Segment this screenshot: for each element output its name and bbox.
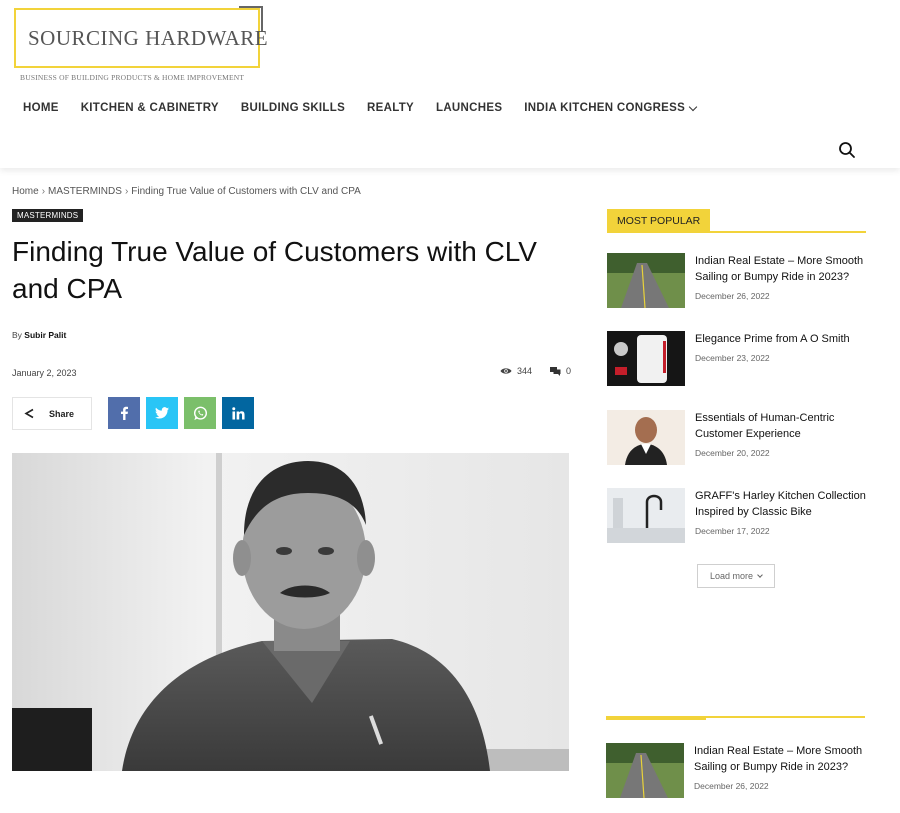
comments-count[interactable]: 0 [550,366,571,376]
post-thumbnail-road[interactable] [607,253,685,308]
nav-label: LAUNCHES [436,102,503,114]
share-icon [24,408,34,419]
chevron-down-icon [688,102,698,111]
nav-label: KITCHEN & CABINETRY [80,102,219,114]
post-thumbnail-water-heater[interactable] [607,331,685,386]
site-header: SOURCING HARDWARE BUSINESS OF BUILDING P… [0,0,900,168]
article-meta: 344 0 [500,366,571,376]
post-date: December 20, 2022 [695,448,770,458]
load-more-button[interactable]: Load more [697,564,775,588]
nav-item-kitchen-cabinetry[interactable]: KITCHEN & CABINETRY [81,102,219,114]
comments-value: 0 [566,366,572,376]
most-popular-header: MOST POPULAR [607,209,866,233]
nav-label: REALTY [367,102,414,114]
post-date: December 26, 2022 [695,291,770,301]
twitter-icon [155,407,169,419]
popular-post: Elegance Prime from A O Smith December 2… [607,331,867,387]
post-thumbnail-portrait[interactable] [607,410,685,465]
facebook-share-button[interactable] [108,397,140,429]
breadcrumb-category[interactable]: MASTERMINDS [48,186,122,197]
post-title-link[interactable]: GRAFF's Harley Kitchen Collection Inspir… [695,488,870,520]
breadcrumb: Home › MASTERMINDS › Finding True Value of C… [12,186,361,197]
share-button[interactable]: Share [12,397,92,430]
publish-date: January 2, 2023 [12,368,77,378]
twitter-share-button[interactable] [146,397,178,429]
linkedin-share-button[interactable] [222,397,254,429]
nav-label: HOME [23,102,59,114]
post-title-link[interactable]: Indian Real Estate – More Smooth Sailing… [695,253,870,285]
nav-item-india-kitchen-congress[interactable]: INDIA KITCHEN CONGRESS [524,102,698,114]
article-title: Finding True Value of Customers with CLV… [12,236,537,304]
popular-post: Essentials of Human-Centric Customer Exp… [607,410,867,466]
share-bar: Share [12,397,254,430]
post-date: December 23, 2022 [695,353,770,363]
nav-item-realty[interactable]: REALTY [367,102,414,114]
post-date: December 17, 2022 [695,526,770,536]
nav-item-building-skills[interactable]: BUILDING SKILLS [241,102,345,114]
main-nav: HOME KITCHEN & CABINETRY BUILDING SKILLS… [23,102,698,114]
site-logo[interactable]: SOURCING HARDWARE BUSINESS OF BUILDING P… [14,6,268,92]
breadcrumb-current: Finding True Value of Customers with CLV… [131,186,361,197]
breadcrumb-home[interactable]: Home [12,186,39,197]
nav-label: BUILDING SKILLS [240,102,346,114]
post-title-link[interactable]: Essentials of Human-Centric Customer Exp… [695,410,870,442]
article-hero-image [12,453,569,771]
nav-item-launches[interactable]: LAUNCHES [436,102,502,114]
post-thumbnail-faucet[interactable] [607,488,685,543]
breadcrumb-separator: › [124,186,129,197]
facebook-icon [121,406,128,420]
views-value: 344 [517,366,533,376]
whatsapp-share-button[interactable] [184,397,216,429]
most-popular-label: MOST POPULAR [607,209,711,231]
author-link[interactable]: Subir Palit [24,330,66,340]
post-title-link[interactable]: Elegance Prime from A O Smith [695,331,870,347]
logo-title: SOURCING HARDWARE [28,26,269,50]
logo-tagline: BUSINESS OF BUILDING PRODUCTS & HOME IMP… [20,73,245,82]
byline-prefix: By [12,330,22,340]
popular-post: Indian Real Estate – More Smooth Sailing… [606,743,866,799]
post-thumbnail-road[interactable] [606,743,684,798]
search-icon[interactable] [838,141,856,159]
share-label: Share [49,408,75,419]
popular-post: GRAFF's Harley Kitchen Collection Inspir… [607,488,867,544]
views-count: 344 [500,366,532,376]
sidebar-divider-accent [606,716,706,720]
popular-post: Indian Real Estate – More Smooth Sailing… [607,253,867,309]
eye-icon [500,368,512,374]
post-title-link[interactable]: Indian Real Estate – More Smooth Sailing… [694,743,869,775]
load-more-label: Load more [709,571,754,581]
byline: By Subir Palit [12,330,66,340]
whatsapp-icon [193,406,207,420]
linkedin-icon [231,406,245,420]
nav-label: INDIA KITCHEN CONGRESS [524,102,686,114]
chevron-down-icon [757,572,763,578]
post-date: December 26, 2022 [694,781,769,791]
breadcrumb-separator: › [41,186,46,197]
category-badge[interactable]: MASTERMINDS [12,209,84,222]
comment-icon [550,366,561,376]
nav-item-home[interactable]: HOME [23,102,59,114]
